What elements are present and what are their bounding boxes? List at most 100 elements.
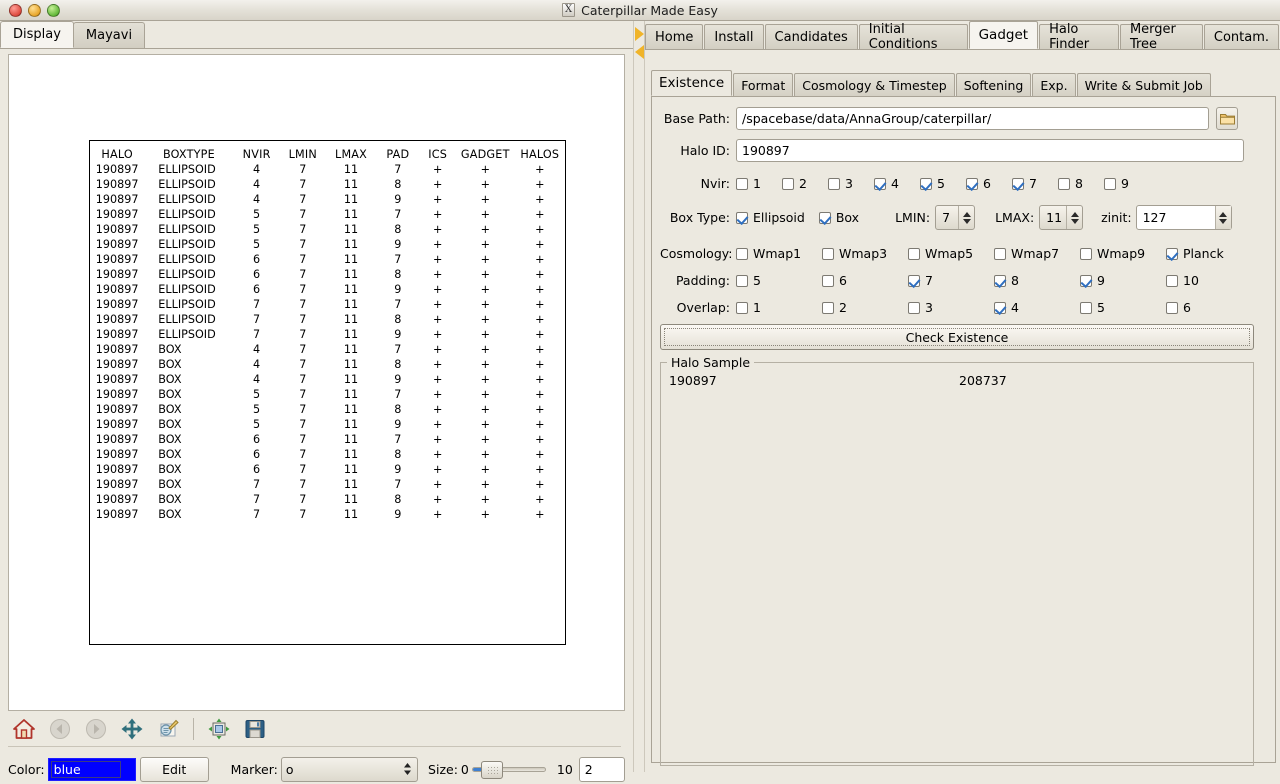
subtab-format[interactable]: Format (733, 73, 794, 96)
checkbox-icon[interactable] (1080, 274, 1092, 287)
checkbox-icon[interactable] (818, 211, 831, 224)
nvir-checkbox-8[interactable]: 8 (1058, 176, 1104, 191)
window-maximize-button[interactable] (47, 3, 60, 17)
color-edit-button[interactable]: Edit (139, 756, 209, 782)
overlap-checkbox-4[interactable]: 4 (994, 300, 1080, 315)
cosmology-checkbox-wmap7[interactable]: Wmap7 (994, 246, 1080, 261)
checkbox-icon[interactable] (828, 177, 840, 190)
checkbox-icon[interactable] (822, 274, 834, 287)
checkbox-icon[interactable] (908, 274, 920, 287)
tab-gadget[interactable]: Gadget (968, 21, 1039, 49)
halo-sample-row[interactable]: 190897 208737 (669, 373, 1229, 388)
checkbox-icon[interactable] (822, 301, 834, 314)
lmax-spinner[interactable]: 11 (1039, 205, 1084, 230)
boxtype-checkbox-box[interactable]: Box (818, 210, 859, 225)
checkbox-icon[interactable] (822, 247, 834, 260)
tab-contam[interactable]: Contam. (1203, 24, 1280, 49)
checkbox-icon[interactable] (782, 177, 794, 190)
subtab-softening[interactable]: Softening (955, 73, 1032, 96)
cosmology-checkbox-planck[interactable]: Planck (1166, 246, 1252, 261)
subtab-write-submit-job[interactable]: Write & Submit Job (1076, 73, 1211, 96)
checkbox-icon[interactable] (736, 177, 748, 190)
zinit-spinner[interactable]: 127 (1135, 205, 1232, 230)
subtab-existence[interactable]: Existence (651, 70, 733, 96)
checkbox-icon[interactable] (1166, 301, 1178, 314)
zinit-spinner-arrows[interactable] (1214, 206, 1231, 229)
nvir-checkbox-3[interactable]: 3 (828, 176, 874, 191)
padding-checkbox-5[interactable]: 5 (736, 273, 822, 288)
padding-checkbox-7[interactable]: 7 (908, 273, 994, 288)
overlap-checkbox-1[interactable]: 1 (736, 300, 822, 315)
overlap-checkbox-6[interactable]: 6 (1166, 300, 1252, 315)
window-close-button[interactable] (9, 3, 22, 17)
padding-checkbox-10[interactable]: 10 (1166, 273, 1252, 288)
size-value-input[interactable]: 2 (578, 756, 625, 782)
checkbox-icon[interactable] (736, 211, 748, 224)
padding-checkbox-6[interactable]: 6 (822, 273, 908, 288)
size-slider-track[interactable] (471, 760, 546, 779)
overlap-checkbox-5[interactable]: 5 (1080, 300, 1166, 315)
cosmology-checkbox-wmap1[interactable]: Wmap1 (736, 246, 822, 261)
nvir-checkbox-9[interactable]: 9 (1104, 176, 1150, 191)
checkbox-icon[interactable] (908, 301, 920, 314)
checkbox-icon[interactable] (908, 247, 920, 260)
window-minimize-button[interactable] (28, 3, 41, 17)
checkbox-icon[interactable] (994, 274, 1006, 287)
zoom-rect-icon[interactable] (152, 714, 184, 744)
save-figure-icon[interactable] (239, 714, 271, 744)
home-icon[interactable] (8, 714, 40, 744)
padding-checkbox-8[interactable]: 8 (994, 273, 1080, 288)
tab-install[interactable]: Install (704, 24, 764, 49)
checkbox-icon[interactable] (1166, 274, 1178, 287)
size-slider-knob[interactable] (480, 760, 503, 779)
tab-merger-tree[interactable]: Merger Tree (1119, 22, 1203, 52)
forward-arrow-icon[interactable] (80, 714, 112, 744)
lmin-spinner-arrows[interactable] (958, 206, 974, 229)
overlap-checkbox-3[interactable]: 3 (908, 300, 994, 315)
nvir-checkbox-2[interactable]: 2 (782, 176, 828, 191)
checkbox-icon[interactable] (1058, 177, 1070, 190)
nvir-checkbox-4[interactable]: 4 (874, 176, 920, 191)
triangle-right-icon[interactable] (635, 27, 644, 41)
panel-splitter[interactable] (633, 21, 645, 772)
cosmology-checkbox-wmap9[interactable]: Wmap9 (1080, 246, 1166, 261)
cosmology-checkbox-wmap3[interactable]: Wmap3 (822, 246, 908, 261)
back-arrow-icon[interactable] (44, 714, 76, 744)
tab-mayavi[interactable]: Mayavi (72, 22, 146, 48)
base-path-input[interactable]: /spacebase/data/AnnaGroup/caterpillar/ (736, 107, 1209, 130)
cosmology-checkbox-wmap5[interactable]: Wmap5 (908, 246, 994, 261)
checkbox-icon[interactable] (920, 177, 932, 190)
check-existence-button[interactable]: Check Existence (660, 324, 1254, 350)
nvir-checkbox-7[interactable]: 7 (1012, 176, 1058, 191)
checkbox-icon[interactable] (1012, 177, 1024, 190)
checkbox-icon[interactable] (736, 274, 748, 287)
checkbox-icon[interactable] (1166, 247, 1178, 260)
checkbox-icon[interactable] (736, 301, 748, 314)
lmax-spinner-arrows[interactable] (1066, 206, 1082, 229)
checkbox-icon[interactable] (994, 301, 1006, 314)
halo-id-input[interactable]: 190897 (736, 139, 1244, 162)
checkbox-icon[interactable] (994, 247, 1006, 260)
checkbox-icon[interactable] (736, 247, 748, 260)
nvir-checkbox-5[interactable]: 5 (920, 176, 966, 191)
tab-candidates[interactable]: Candidates (764, 24, 858, 49)
triangle-left-icon[interactable] (635, 45, 644, 59)
checkbox-icon[interactable] (1080, 301, 1092, 314)
padding-checkbox-9[interactable]: 9 (1080, 273, 1166, 288)
tab-halo-finder[interactable]: Halo Finder (1039, 22, 1119, 52)
configure-subplots-icon[interactable] (203, 714, 235, 744)
checkbox-icon[interactable] (1080, 247, 1092, 260)
plot-canvas[interactable]: HALO BOXTYPE NVIR LMIN LMAX PAD ICS GADGET HALOS… (8, 54, 625, 711)
marker-select[interactable]: o (280, 756, 419, 782)
tab-home[interactable]: Home (645, 24, 704, 49)
pan-move-icon[interactable] (116, 714, 148, 744)
checkbox-icon[interactable] (874, 177, 886, 190)
tab-initial-conditions[interactable]: Initial Conditions (858, 22, 968, 52)
color-swatch-field[interactable]: blue (47, 757, 136, 781)
folder-browse-button[interactable] (1216, 107, 1238, 130)
overlap-checkbox-2[interactable]: 2 (822, 300, 908, 315)
subtab-cosmology-timestep[interactable]: Cosmology & Timestep (794, 73, 955, 96)
checkbox-icon[interactable] (966, 177, 978, 190)
nvir-checkbox-1[interactable]: 1 (736, 176, 782, 191)
boxtype-checkbox-ellipsoid[interactable]: Ellipsoid (736, 210, 805, 225)
